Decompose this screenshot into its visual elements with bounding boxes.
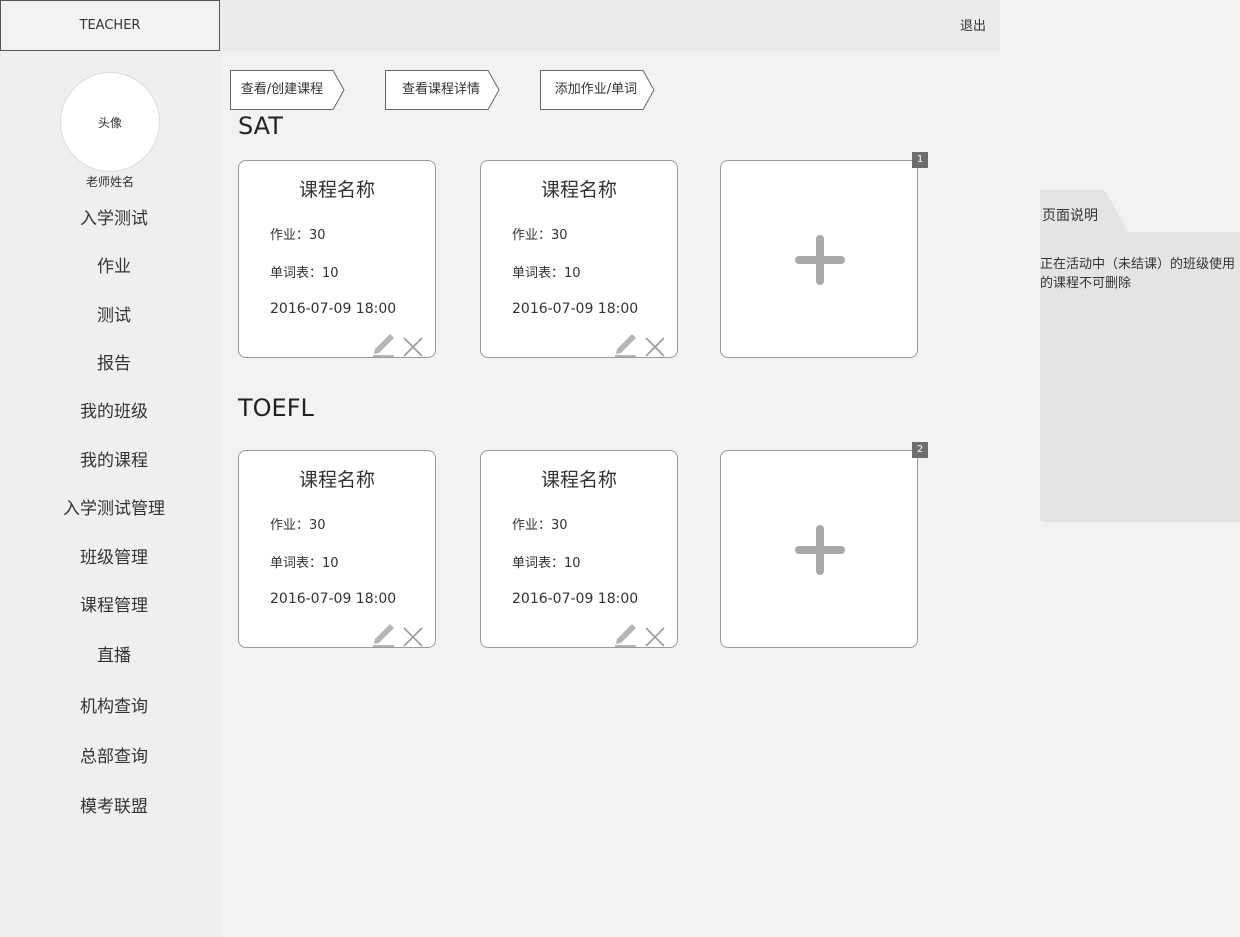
page-note-text: 正在活动中（未结课）的班级使用的课程不可删除 bbox=[1040, 257, 1236, 291]
step-add-homework-words[interactable]: 添加作业/单词 bbox=[540, 70, 656, 110]
course-name: 课程名称 bbox=[298, 179, 375, 201]
teacher-name: 老师姓名 bbox=[85, 175, 134, 189]
course-datetime: 2016-07-09 18:00 bbox=[512, 591, 639, 607]
pencil-icon[interactable] bbox=[372, 331, 396, 357]
sidebar-item-institution-lookup[interactable]: 机构查询 bbox=[0, 692, 228, 717]
wordlist-count: 单词表：10 bbox=[270, 556, 339, 571]
pencil-icon[interactable] bbox=[614, 621, 638, 647]
course-card[interactable]: 课程名称 作业：30 单词表：10 2016-07-09 18:00 bbox=[238, 160, 436, 358]
homework-count: 作业：30 bbox=[512, 518, 568, 533]
course-name: 课程名称 bbox=[298, 469, 375, 491]
avatar-label: 头像 bbox=[97, 115, 122, 130]
sidebar-item-class-management[interactable]: 班级管理 bbox=[0, 543, 228, 568]
course-card[interactable]: 课程名称 作业：30 单词表：10 2016-07-09 18:00 bbox=[480, 450, 678, 648]
pencil-icon[interactable] bbox=[372, 621, 396, 647]
section-title-sat: SAT bbox=[238, 112, 283, 140]
app-root: TEACHER 头像 老师姓名 入学测试 作业 测试 报告 我的班级 我的课程 … bbox=[0, 0, 1240, 937]
step-view-course-detail[interactable]: 查看课程详情 bbox=[385, 70, 501, 110]
step-label: 查看/创建课程 bbox=[240, 82, 324, 97]
close-icon[interactable] bbox=[644, 336, 666, 358]
course-datetime: 2016-07-09 18:00 bbox=[270, 301, 397, 317]
sidebar-item-my-courses[interactable]: 我的课程 bbox=[0, 446, 228, 471]
brand-label: TEACHER bbox=[0, 0, 220, 51]
plus-icon bbox=[795, 235, 845, 285]
wordlist-count: 单词表：10 bbox=[512, 266, 581, 281]
course-datetime: 2016-07-09 18:00 bbox=[512, 301, 639, 317]
course-name: 课程名称 bbox=[540, 179, 617, 201]
wordlist-count: 单词表：10 bbox=[270, 266, 339, 281]
sidebar-item-placement-test-management[interactable]: 入学测试管理 bbox=[0, 494, 228, 519]
add-course-card[interactable] bbox=[720, 160, 918, 358]
close-icon[interactable] bbox=[644, 626, 666, 648]
plus-icon bbox=[795, 525, 845, 575]
sidebar-item-live[interactable]: 直播 bbox=[0, 641, 228, 666]
step-label: 添加作业/单词 bbox=[554, 82, 638, 97]
close-icon[interactable] bbox=[402, 336, 424, 358]
homework-count: 作业：30 bbox=[270, 518, 326, 533]
pencil-icon[interactable] bbox=[614, 331, 638, 357]
homework-count: 作业：30 bbox=[270, 228, 326, 243]
sidebar-item-mock-exam-alliance[interactable]: 模考联盟 bbox=[0, 792, 228, 817]
sidebar-item-course-management[interactable]: 课程管理 bbox=[0, 591, 228, 616]
close-icon[interactable] bbox=[402, 626, 424, 648]
sidebar-item-my-classes[interactable]: 我的班级 bbox=[0, 397, 228, 422]
homework-count: 作业：30 bbox=[512, 228, 568, 243]
sidebar-item-report[interactable]: 报告 bbox=[0, 349, 228, 374]
sidebar-item-headquarters-lookup[interactable]: 总部查询 bbox=[0, 742, 228, 767]
annotation-badge: 1 bbox=[912, 152, 928, 168]
sidebar-item-placement-test[interactable]: 入学测试 bbox=[0, 204, 228, 229]
sidebar-item-homework[interactable]: 作业 bbox=[0, 252, 228, 277]
page-note-title: 页面说明 bbox=[1042, 208, 1098, 224]
logout-button[interactable]: 退出 bbox=[960, 15, 986, 34]
course-card[interactable]: 课程名称 作业：30 单词表：10 2016-07-09 18:00 bbox=[480, 160, 678, 358]
wordlist-count: 单词表：10 bbox=[512, 556, 581, 571]
step-label: 查看课程详情 bbox=[401, 82, 480, 97]
sidebar: TEACHER 头像 老师姓名 入学测试 作业 测试 报告 我的班级 我的课程 … bbox=[0, 0, 222, 937]
course-name: 课程名称 bbox=[540, 469, 617, 491]
annotation-badge: 2 bbox=[912, 442, 928, 458]
course-datetime: 2016-07-09 18:00 bbox=[270, 591, 397, 607]
top-bar: 退出 bbox=[220, 0, 1000, 51]
avatar[interactable]: 头像 bbox=[60, 72, 160, 172]
add-course-card[interactable] bbox=[720, 450, 918, 648]
sidebar-item-test[interactable]: 测试 bbox=[0, 301, 228, 326]
section-title-toefl: TOEFL bbox=[238, 394, 314, 422]
step-view-create-course[interactable]: 查看/创建课程 bbox=[230, 70, 346, 110]
course-card[interactable]: 课程名称 作业：30 单词表：10 2016-07-09 18:00 bbox=[238, 450, 436, 648]
